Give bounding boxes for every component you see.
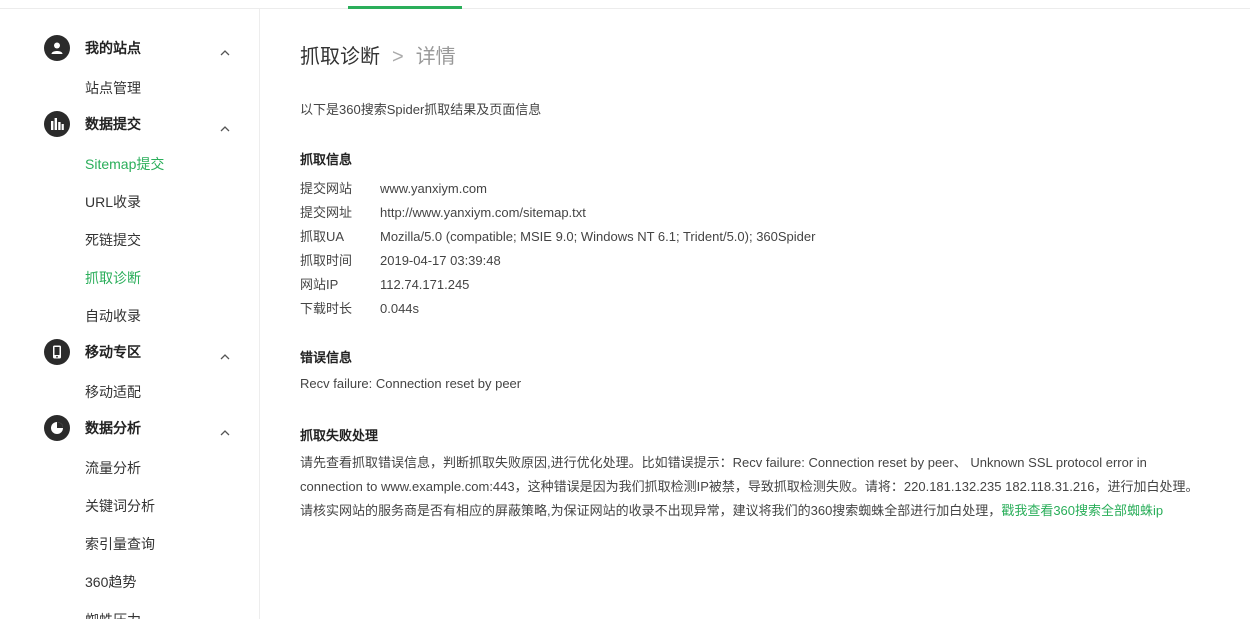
info-row: 下载时长 0.044s bbox=[300, 298, 419, 317]
info-key: 下载时长 bbox=[300, 301, 353, 316]
sidebar-item-traffic-analysis[interactable]: 流量分析 bbox=[85, 458, 141, 478]
info-row: 抓取时间 2019-04-17 03:39:48 bbox=[300, 250, 501, 269]
chevron-up-icon[interactable] bbox=[220, 423, 230, 441]
failure-paragraph-2-text: 请核实网站的服务商是否有相应的屏蔽策略,为保证网站的收录不出现异常，建议将我们的… bbox=[300, 503, 1002, 518]
section-title-fetch-info: 抓取信息 bbox=[300, 152, 353, 167]
chevron-up-icon[interactable] bbox=[220, 43, 230, 61]
sidebar-group-data-analysis[interactable]: 数据分析 bbox=[44, 415, 244, 441]
info-key: 提交网址 bbox=[300, 205, 353, 220]
info-row: 抓取UA Mozilla/5.0 (compatible; MSIE 9.0; W… bbox=[300, 226, 815, 245]
sidebar-item-sitemap-submit[interactable]: Sitemap提交 bbox=[85, 154, 164, 174]
sidebar: 我的站点 站点管理 数据提交 Sitemap提交 URL收录 死链提交 抓取诊断… bbox=[0, 9, 260, 619]
sidebar-group-title: 数据提交 bbox=[85, 116, 141, 132]
bar-chart-icon bbox=[44, 111, 70, 137]
sidebar-item-spider-pressure[interactable]: 蜘蛛压力 bbox=[85, 610, 141, 619]
sidebar-item-keyword-analysis[interactable]: 关键词分析 bbox=[85, 496, 155, 516]
error-message: Recv failure: Connection reset by peer bbox=[300, 376, 522, 391]
info-value: 2019-04-17 03:39:48 bbox=[380, 253, 501, 268]
info-value: Mozilla/5.0 (compatible; MSIE 9.0; Windo… bbox=[380, 229, 816, 244]
failure-help-text: 请先查看抓取错误信息，判断抓取失败原因,进行优化处理。比如错误提示：Recv f… bbox=[300, 451, 1210, 523]
failure-paragraph-2: 请核实网站的服务商是否有相应的屏蔽策略,为保证网站的收录不出现异常，建议将我们的… bbox=[300, 499, 1210, 523]
breadcrumb: 抓取诊断 > 详情 bbox=[300, 40, 456, 69]
mobile-icon bbox=[44, 339, 70, 365]
breadcrumb-separator: > bbox=[392, 46, 404, 68]
sidebar-item-360-trend[interactable]: 360趋势 bbox=[85, 572, 136, 592]
info-value: 0.044s bbox=[380, 301, 420, 316]
info-value: http://www.yanxiym.com/sitemap.txt bbox=[380, 205, 586, 220]
spider-ip-list-link[interactable]: 戳我查看360搜索全部蜘蛛ip bbox=[1001, 503, 1163, 518]
active-tab-indicator bbox=[348, 6, 462, 9]
info-key: 网站IP bbox=[300, 277, 339, 292]
section-title-failure-handling: 抓取失败处理 bbox=[300, 428, 379, 443]
chevron-up-icon[interactable] bbox=[220, 347, 230, 365]
info-value: www.yanxiym.com bbox=[380, 181, 487, 196]
sidebar-group-title: 移动专区 bbox=[85, 344, 141, 360]
section-title-error-info: 错误信息 bbox=[300, 350, 353, 365]
chevron-up-icon[interactable] bbox=[220, 119, 230, 137]
pie-chart-icon bbox=[44, 415, 70, 441]
sidebar-item-site-management[interactable]: 站点管理 bbox=[85, 78, 141, 98]
sidebar-item-dead-link-submit[interactable]: 死链提交 bbox=[85, 230, 141, 250]
sidebar-item-index-query[interactable]: 索引量查询 bbox=[85, 534, 155, 554]
sidebar-group-data-submit[interactable]: 数据提交 bbox=[44, 111, 244, 137]
page-intro: 以下是360搜索Spider抓取结果及页面信息 bbox=[300, 102, 542, 117]
info-row: 提交网站 www.yanxiym.com bbox=[300, 178, 487, 197]
info-key: 抓取时间 bbox=[300, 253, 353, 268]
sidebar-group-title: 我的站点 bbox=[85, 40, 141, 56]
sidebar-item-mobile-adapt[interactable]: 移动适配 bbox=[85, 382, 141, 402]
breadcrumb-current: 详情 bbox=[415, 46, 456, 68]
info-value: 112.74.171.245 bbox=[380, 277, 470, 292]
sidebar-item-fetch-diagnosis[interactable]: 抓取诊断 bbox=[85, 268, 141, 288]
sidebar-group-title: 数据分析 bbox=[85, 420, 141, 436]
sidebar-group-my-sites[interactable]: 我的站点 bbox=[44, 35, 244, 61]
failure-paragraph-1: 请先查看抓取错误信息，判断抓取失败原因,进行优化处理。比如错误提示：Recv f… bbox=[300, 455, 1199, 494]
info-key: 提交网站 bbox=[300, 181, 353, 196]
user-icon bbox=[44, 35, 70, 61]
info-key: 抓取UA bbox=[300, 229, 345, 244]
info-row: 提交网址 http://www.yanxiym.com/sitemap.txt bbox=[300, 202, 586, 221]
info-row: 网站IP 112.74.171.245 bbox=[300, 274, 469, 293]
sidebar-item-auto-index[interactable]: 自动收录 bbox=[85, 306, 141, 326]
sidebar-item-url-index[interactable]: URL收录 bbox=[85, 192, 141, 212]
sidebar-group-mobile[interactable]: 移动专区 bbox=[44, 339, 244, 365]
breadcrumb-parent-link[interactable]: 抓取诊断 bbox=[300, 46, 380, 68]
